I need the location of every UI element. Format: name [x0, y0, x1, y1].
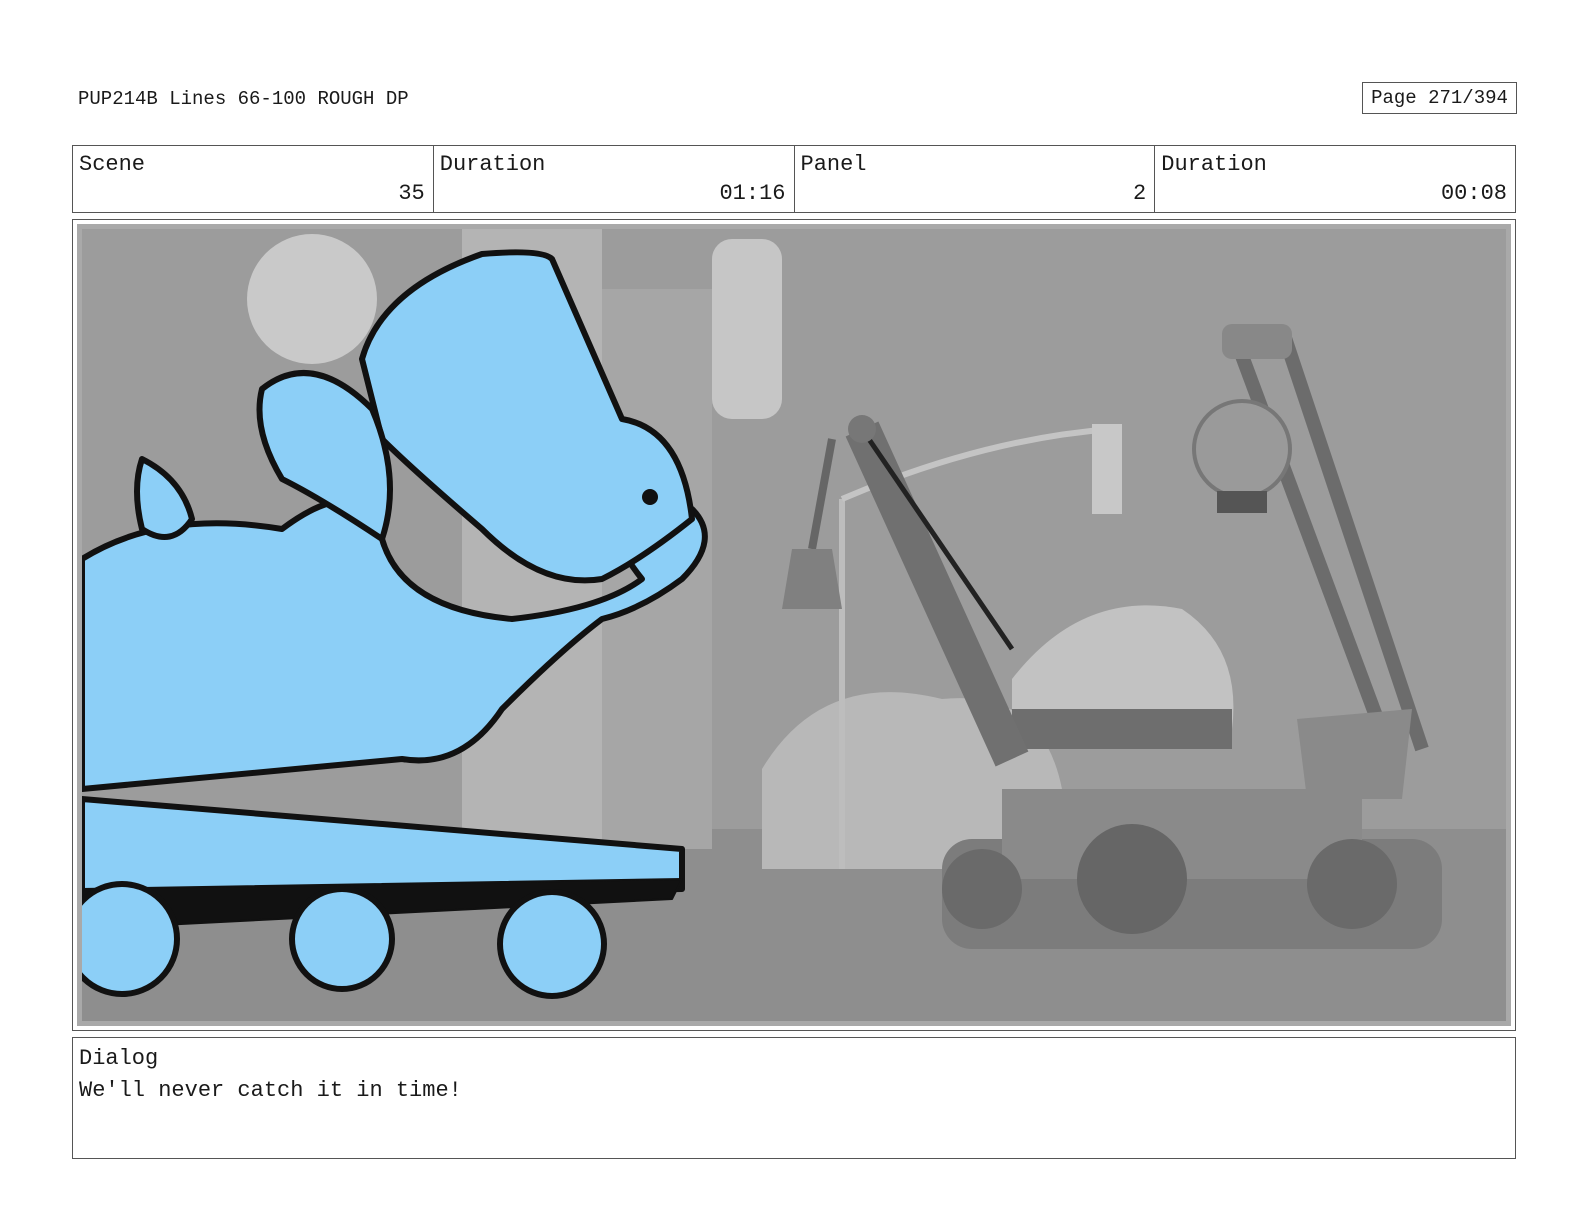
panel-duration-value: 00:08	[1440, 181, 1507, 206]
scene-duration-cell: Duration 01:16	[434, 146, 795, 212]
panel-label: Panel	[800, 152, 867, 177]
storyboard-panel-frame	[72, 219, 1516, 1031]
scene-cell: Scene 35	[73, 146, 434, 212]
document-title: PUP214B Lines 66-100 ROUGH DP	[78, 88, 409, 110]
storyboard-panel-image	[77, 224, 1511, 1026]
scene-value: 35	[398, 181, 425, 206]
scene-label: Scene	[79, 152, 146, 177]
panel-value: 2	[1133, 181, 1147, 206]
page-number: Page 271/394	[1362, 82, 1517, 114]
panel-duration-label: Duration	[1161, 152, 1267, 177]
panel-cell: Panel 2	[795, 146, 1156, 212]
dialog-label: Dialog	[79, 1046, 159, 1071]
dialog-text: We'll never catch it in time!	[79, 1078, 462, 1103]
storyboard-drawing	[82, 229, 1506, 1021]
panel-info-row: Scene 35 Duration 01:16 Panel 2 Duration…	[72, 145, 1516, 213]
sign-shape	[712, 239, 782, 419]
scene-duration-value: 01:16	[719, 181, 786, 206]
scene-duration-label: Duration	[439, 152, 546, 177]
dialog-box: Dialog We'll never catch it in time!	[72, 1037, 1516, 1159]
panel-duration-cell: Duration 00:08	[1155, 146, 1515, 212]
round-sign	[247, 234, 377, 364]
traffic-light	[1092, 424, 1122, 514]
